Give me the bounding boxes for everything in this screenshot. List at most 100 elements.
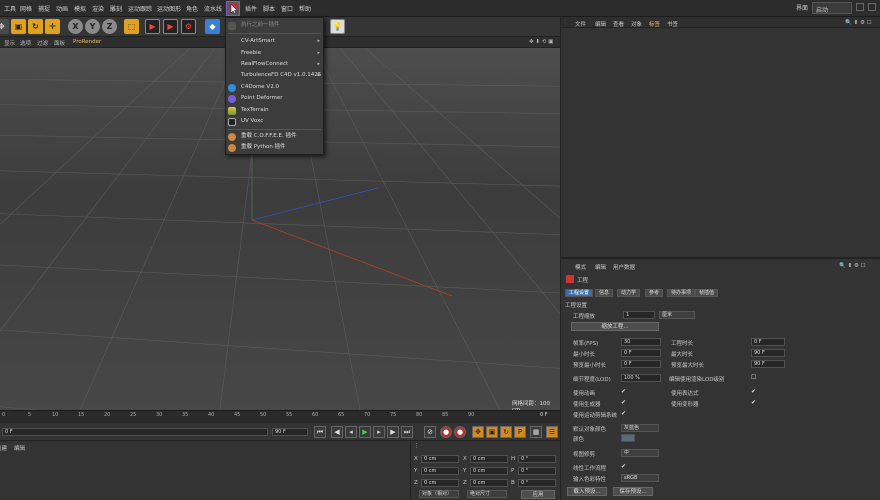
record-icon[interactable]: ⊘ bbox=[424, 426, 436, 438]
subtab-todo[interactable]: 待办事项 bbox=[667, 289, 696, 297]
use-generators-checkbox[interactable]: ✔ bbox=[621, 400, 627, 406]
go-to-end-icon[interactable]: ⏭ bbox=[401, 426, 413, 438]
object-color-select[interactable]: 灰蓝色 bbox=[621, 424, 659, 432]
window-close-button[interactable] bbox=[868, 3, 876, 11]
cube-object-icon[interactable]: ◆ bbox=[205, 19, 220, 34]
menu-help[interactable]: 帮助 bbox=[299, 4, 311, 13]
matmgr-tab-edit[interactable]: 编辑 bbox=[14, 444, 25, 452]
next-frame-icon[interactable]: ▸ bbox=[373, 426, 385, 438]
preview-max-input[interactable]: 90 F bbox=[751, 360, 785, 368]
attr-tab-userdata[interactable]: 用户数据 bbox=[613, 263, 635, 271]
objmgr-tab-file[interactable]: 文件 bbox=[575, 20, 586, 28]
view-clip-select[interactable]: 中 bbox=[621, 449, 659, 457]
rotate-tool-icon[interactable]: ↻ bbox=[28, 19, 43, 34]
menu-item-realflowconnect[interactable]: RealFlowConnect ▸ bbox=[226, 59, 323, 70]
menu-character[interactable]: 角色 bbox=[186, 4, 198, 13]
subtab-project-settings[interactable]: 工程设置 bbox=[565, 289, 594, 297]
apply-button[interactable]: 应用 bbox=[521, 490, 555, 499]
viewport-nav-icons[interactable]: ✥ ⬇ ⟲ ▣ bbox=[529, 39, 553, 45]
menu-item-reload-coffee[interactable]: 重载 C.O.F.F.E.E. 插件 bbox=[226, 131, 323, 142]
prev-key-icon[interactable]: ◀ bbox=[331, 426, 343, 438]
prev-frame-icon[interactable]: ◂ bbox=[345, 426, 357, 438]
scale-input[interactable]: 1 bbox=[623, 311, 655, 319]
menu-item-uv-voxc[interactable]: UV Voxc bbox=[226, 116, 323, 127]
subtab-frame-interp[interactable]: 帧插值 bbox=[695, 289, 719, 297]
light-object-icon[interactable]: 💡 bbox=[330, 19, 345, 34]
menu-script[interactable]: 脚本 bbox=[263, 4, 275, 13]
render-picture-viewer-icon[interactable]: ▶ bbox=[163, 19, 178, 34]
next-key-icon[interactable]: ▶ bbox=[387, 426, 399, 438]
go-to-start-icon[interactable]: ⏮ bbox=[314, 426, 326, 438]
use-deformers-checkbox[interactable]: ✔ bbox=[751, 400, 757, 406]
preview-min-input[interactable]: 0 F bbox=[621, 360, 661, 368]
size-z-input[interactable]: 0 cm bbox=[470, 479, 508, 487]
scale-project-button[interactable]: 缩放工程... bbox=[571, 322, 659, 331]
attr-tab-edit[interactable]: 编辑 bbox=[595, 263, 606, 271]
start-frame-field[interactable]: 0 F bbox=[2, 428, 268, 436]
play-icon[interactable]: ▶ bbox=[359, 426, 371, 438]
y-axis-lock-button[interactable]: Y bbox=[85, 19, 100, 34]
menu-item-cv-artsmart[interactable]: CV-ArtSmart ▸ bbox=[226, 36, 323, 47]
menu-render[interactable]: 渲染 bbox=[92, 4, 104, 13]
save-preset-button[interactable]: 保存预设... bbox=[613, 487, 653, 496]
move-axis-icon[interactable]: ✛ bbox=[45, 19, 60, 34]
size-y-input[interactable]: 0 cm bbox=[470, 467, 508, 475]
coords-size-mode-select[interactable]: 绝对尺寸 bbox=[467, 490, 507, 498]
key-rotation-icon[interactable]: ↻ bbox=[500, 426, 512, 438]
coords-menu-icon[interactable]: ⋮ bbox=[414, 443, 420, 449]
menu-plugins[interactable]: 插件 bbox=[245, 4, 257, 13]
render-lod-checkbox[interactable]: ☐ bbox=[751, 375, 757, 381]
key-scale-icon[interactable]: ▣ bbox=[486, 426, 498, 438]
motion-system-checkbox[interactable]: ✔ bbox=[621, 411, 627, 417]
menu-item-turbulencefd[interactable]: TurbulenceFD C4D v1.0.1425 ▸ bbox=[226, 70, 323, 81]
menu-window[interactable]: 窗口 bbox=[281, 4, 293, 13]
menu-tools[interactable]: 工具 bbox=[4, 4, 16, 13]
min-time-input[interactable]: 0 F bbox=[621, 349, 661, 357]
scale-unit-select[interactable]: 厘米 bbox=[659, 311, 695, 319]
objmgr-tab-tags[interactable]: 标签 bbox=[649, 20, 660, 28]
lod-input[interactable]: 100 % bbox=[621, 374, 661, 382]
timeline-ruler[interactable]: 0 5 10 15 20 25 30 35 40 45 50 55 60 65 … bbox=[0, 410, 560, 423]
objmgr-tab-object[interactable]: 对象 bbox=[631, 20, 642, 28]
subtab-dynamics[interactable]: 动力学 bbox=[617, 289, 641, 297]
input-color-select[interactable]: sRGB bbox=[621, 474, 659, 482]
menu-plugin-cursor[interactable] bbox=[226, 1, 240, 16]
x-axis-lock-button[interactable]: X bbox=[68, 19, 83, 34]
timeline-window-icon[interactable]: ☰ bbox=[546, 426, 558, 438]
menu-animate[interactable]: 动画 bbox=[56, 4, 68, 13]
menu-snap[interactable]: 捕捉 bbox=[38, 4, 50, 13]
menu-pipeline[interactable]: 流水线 bbox=[204, 4, 222, 13]
menu-mesh[interactable]: 网格 bbox=[20, 4, 32, 13]
size-x-input[interactable]: 0 cm bbox=[470, 455, 508, 463]
move-tool-icon[interactable]: ✥ bbox=[0, 19, 9, 34]
menu-item-reload-python[interactable]: 重载 Python 插件 bbox=[226, 142, 323, 153]
menu-mograph[interactable]: 运动图形 bbox=[157, 4, 181, 13]
position-y-input[interactable]: 0 cm bbox=[421, 467, 459, 475]
render-settings-icon[interactable]: ⚙ bbox=[181, 19, 196, 34]
rotation-b-input[interactable]: 0 ° bbox=[518, 479, 556, 487]
objmgr-tab-view[interactable]: 查看 bbox=[613, 20, 624, 28]
menu-item-repeat-last-plugin[interactable]: 执行之前一插件 bbox=[226, 20, 323, 31]
load-preset-button[interactable]: 载入预设... bbox=[567, 487, 607, 496]
position-x-input[interactable]: 0 cm bbox=[421, 455, 459, 463]
project-length-input[interactable]: 0 F bbox=[751, 338, 785, 346]
scale-tool-icon[interactable]: ▣ bbox=[11, 19, 26, 34]
menu-simulate[interactable]: 模拟 bbox=[74, 4, 86, 13]
layout-select[interactable]: 启动 bbox=[812, 2, 852, 14]
auto-key-icon[interactable]: ● bbox=[454, 426, 466, 438]
render-view-icon[interactable]: ▶ bbox=[145, 19, 160, 34]
attr-nav-icons[interactable]: 🔍 ⬆ ⚙ ☐ bbox=[839, 263, 866, 269]
key-param-icon[interactable]: P bbox=[514, 426, 526, 438]
rotation-p-input[interactable]: 0 ° bbox=[518, 467, 556, 475]
color-swatch[interactable] bbox=[621, 434, 635, 442]
coords-mode-select[interactable]: 对象（相对） bbox=[419, 490, 459, 498]
max-time-input[interactable]: 90 F bbox=[751, 349, 785, 357]
viewport-menu-panel[interactable]: 面板 bbox=[54, 39, 65, 47]
viewport-menu-options[interactable]: 选项 bbox=[20, 39, 31, 47]
fps-input[interactable]: 30 bbox=[621, 338, 661, 346]
record-active-keys-icon[interactable]: ● bbox=[440, 426, 452, 438]
menu-item-point-deformer[interactable]: Point Deformer bbox=[226, 93, 323, 104]
objmgr-tab-edit[interactable]: 编辑 bbox=[595, 20, 606, 28]
viewport-menu-display[interactable]: 显示 bbox=[4, 39, 15, 47]
end-frame-field[interactable]: 90 F bbox=[272, 428, 308, 436]
